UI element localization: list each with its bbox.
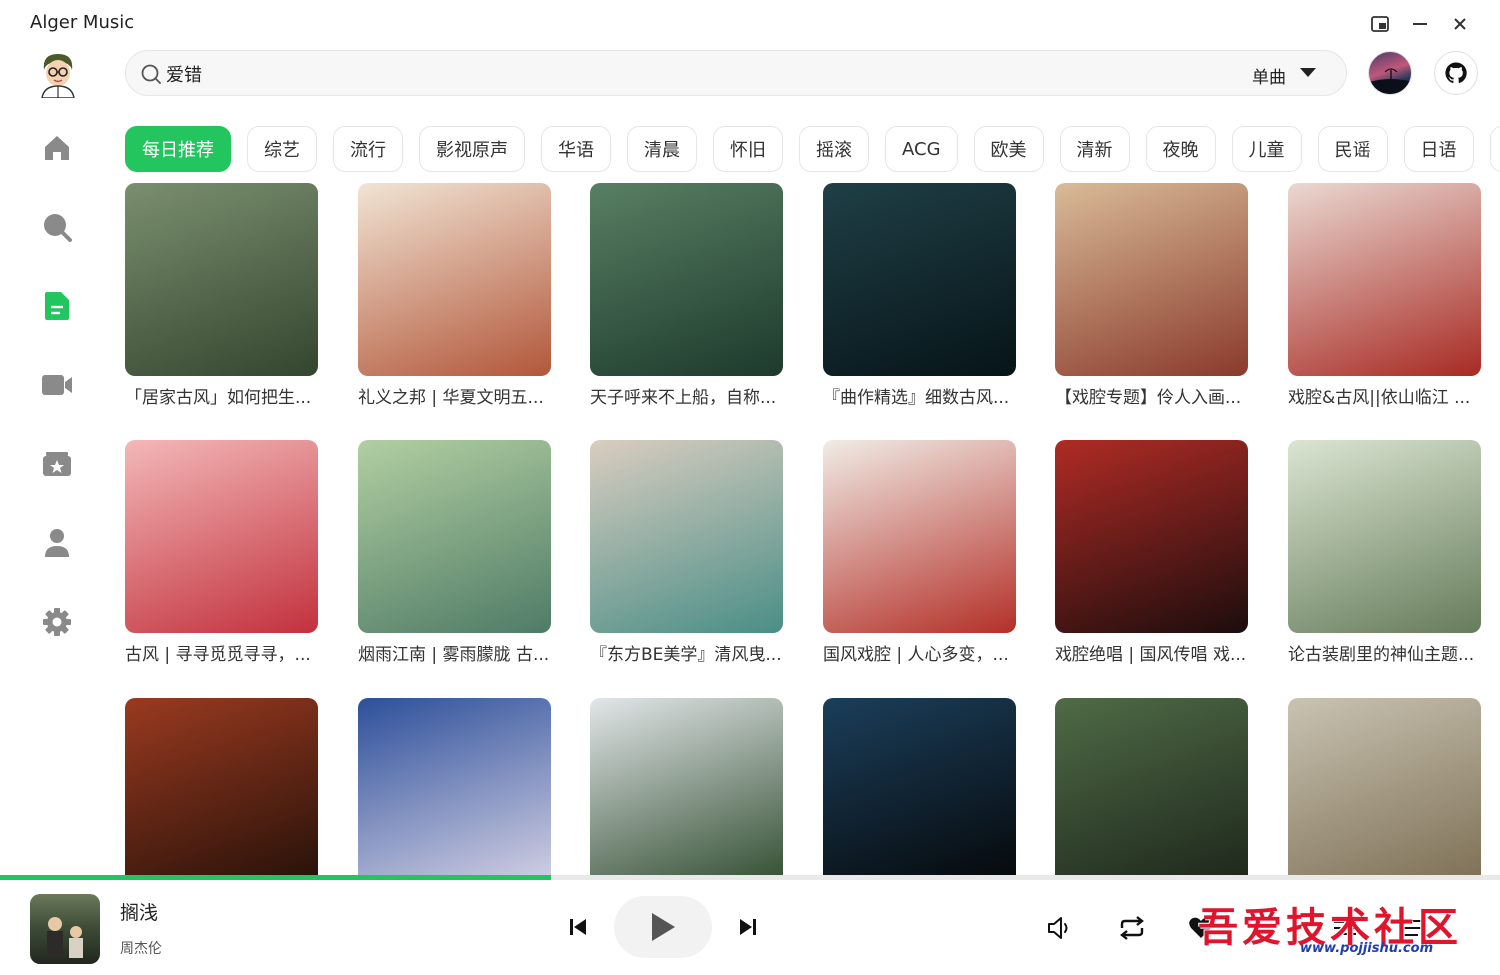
category-chip[interactable]: ACG — [885, 126, 958, 172]
playlist-card[interactable]: 【戏腔专题】伶人入画... — [1055, 183, 1248, 410]
minimize-icon[interactable] — [1408, 12, 1432, 36]
playlist-cover[interactable] — [590, 440, 783, 633]
search-icon — [140, 63, 162, 85]
playlist-title[interactable]: 『曲作精选』细数古风... — [823, 386, 1016, 410]
category-chip[interactable]: 欧美 — [973, 126, 1044, 172]
next-track-icon[interactable] — [734, 913, 762, 941]
nav-favorite-icon[interactable] — [36, 443, 78, 485]
category-chip[interactable]: 夜晚 — [1145, 126, 1216, 172]
previous-track-icon[interactable] — [564, 913, 592, 941]
playlist-card[interactable]: 「居家古风」如何把生... — [125, 183, 318, 410]
playlist-card[interactable] — [1055, 698, 1248, 875]
category-chip[interactable]: 日语 — [1403, 126, 1474, 172]
playlist-title[interactable]: 国风戏腔 | 人心多变，... — [823, 643, 1016, 667]
playlist-cover[interactable] — [823, 698, 1016, 875]
category-chip[interactable]: 每日推荐 — [125, 126, 231, 172]
playlist-cover[interactable] — [1055, 183, 1248, 376]
playlist-cover[interactable] — [590, 698, 783, 875]
playlist-cover[interactable] — [358, 440, 551, 633]
playlist-card[interactable]: 戏腔绝唱 | 国风传唱 戏... — [1055, 440, 1248, 667]
playlist-card[interactable] — [125, 698, 318, 875]
mini-mode-icon[interactable] — [1368, 12, 1392, 36]
search-input[interactable] — [166, 59, 1226, 89]
nav-settings-icon[interactable] — [36, 601, 78, 643]
playlist-card[interactable]: 古风 | 寻寻觅觅寻寻，... — [125, 440, 318, 667]
category-chip[interactable]: 综艺 — [247, 126, 317, 172]
playlist-title[interactable]: 烟雨江南 | 雾雨朦胧 古... — [358, 643, 551, 667]
playlist-title[interactable]: 【戏腔专题】伶人入画... — [1055, 386, 1248, 410]
app-logo-avatar — [36, 50, 80, 99]
category-chips: 每日推荐综艺流行影视原声华语清晨怀旧摇滚 ACG 欧美清新夜晚儿童民谣日语浪漫 — [125, 126, 1500, 172]
playlist-card[interactable] — [823, 698, 1016, 875]
category-chip[interactable]: 摇滚 — [799, 126, 869, 172]
playlist-title[interactable]: 礼义之邦 | 华夏文明五... — [358, 386, 551, 410]
play-icon — [652, 913, 675, 941]
search-bar: 单曲 — [125, 50, 1347, 96]
playlist-title[interactable]: 古风 | 寻寻觅觅寻寻，... — [125, 643, 318, 667]
playlist-card[interactable] — [1288, 698, 1481, 875]
volume-icon[interactable] — [1045, 913, 1075, 943]
play-button[interactable] — [614, 896, 712, 958]
playlist-cover[interactable] — [1288, 183, 1481, 376]
user-avatar[interactable] — [1368, 51, 1412, 95]
github-icon[interactable] — [1434, 51, 1478, 95]
search-type-label[interactable]: 单曲 — [1252, 63, 1286, 88]
playlist-cover[interactable] — [823, 440, 1016, 633]
playlist-title[interactable]: 戏腔&古风||依山临江 ... — [1288, 386, 1481, 410]
playlist-card[interactable]: 戏腔&古风||依山临江 ... — [1288, 183, 1481, 410]
playlist-cover[interactable] — [358, 183, 551, 376]
playlist-cover[interactable] — [1055, 440, 1248, 633]
category-chip[interactable]: 儿童 — [1231, 126, 1302, 172]
playlist-card[interactable]: 论古装剧里的神仙主题... — [1288, 440, 1481, 667]
playlist-cover[interactable] — [823, 183, 1016, 376]
category-chip[interactable]: 流行 — [333, 126, 403, 172]
playlist-cover[interactable] — [1055, 698, 1248, 875]
repeat-mode-icon[interactable] — [1116, 913, 1148, 943]
nav-playlist-icon[interactable] — [36, 285, 78, 327]
now-playing-song: 搁浅 — [120, 902, 159, 924]
playlist-cover[interactable] — [1288, 440, 1481, 633]
playlist-card[interactable]: 『曲作精选』细数古风... — [823, 183, 1016, 410]
playlist-title[interactable]: 戏腔绝唱 | 国风传唱 戏... — [1055, 643, 1248, 667]
nav-home-icon[interactable] — [36, 127, 78, 169]
window-title: Alger Music — [30, 12, 135, 33]
playlist-title[interactable]: 天子呼来不上船，自称... — [590, 386, 783, 410]
nav-user-icon[interactable] — [36, 522, 78, 564]
playlist-card[interactable]: 『东方BE美学』清风曳... — [590, 440, 783, 667]
playlist-cover[interactable] — [125, 183, 318, 376]
watermark-url: www.pojjishu.com — [1300, 941, 1434, 956]
playlist-card[interactable]: 烟雨江南 | 雾雨朦胧 古... — [358, 440, 551, 667]
playlist-cover[interactable] — [1288, 698, 1481, 875]
close-icon[interactable] — [1448, 12, 1472, 36]
category-chip[interactable]: 清新 — [1059, 126, 1130, 172]
playlist-title[interactable]: 「居家古风」如何把生... — [125, 386, 318, 410]
playlist-cover[interactable] — [590, 183, 783, 376]
category-chip[interactable]: 民谣 — [1317, 126, 1388, 172]
app-window: Alger Music 爱错 单曲 每日推荐 综艺 流行 影视原声 华语 清晨 … — [0, 0, 1500, 975]
now-playing-cover[interactable] — [30, 894, 100, 964]
playlist-card[interactable]: 国风戏腔 | 人心多变，... — [823, 440, 1016, 667]
playlist-card[interactable]: 礼义之邦 | 华夏文明五... — [358, 183, 551, 410]
playlist-grid: 「居家古风」如何把生... 礼义之邦 | 华夏文明五... 天子呼来不上船，自称..… — [125, 183, 1485, 875]
category-chip[interactable]: 怀旧 — [713, 126, 783, 172]
playlist-cover[interactable] — [358, 698, 551, 875]
playlist-cover[interactable] — [125, 440, 318, 633]
category-chip[interactable]: 影视原声 — [419, 126, 525, 172]
playlist-card[interactable] — [590, 698, 783, 875]
category-chip[interactable]: 华语 — [541, 126, 611, 172]
playlist-title[interactable]: 『东方BE美学』清风曳... — [590, 643, 783, 667]
now-playing-artist[interactable]: 周杰伦 — [120, 938, 162, 958]
playlist-card[interactable] — [358, 698, 551, 875]
search-type-chevron-down-icon[interactable] — [1300, 68, 1316, 77]
nav-video-icon[interactable] — [36, 364, 78, 406]
nav-search-icon[interactable] — [36, 206, 78, 248]
playlist-cover[interactable] — [125, 698, 318, 875]
category-chip[interactable]: 清晨 — [627, 126, 697, 172]
playlist-title[interactable]: 论古装剧里的神仙主题... — [1288, 643, 1481, 667]
playlist-card[interactable]: 天子呼来不上船，自称... — [590, 183, 783, 410]
category-chip[interactable]: 浪漫 — [1489, 126, 1500, 172]
